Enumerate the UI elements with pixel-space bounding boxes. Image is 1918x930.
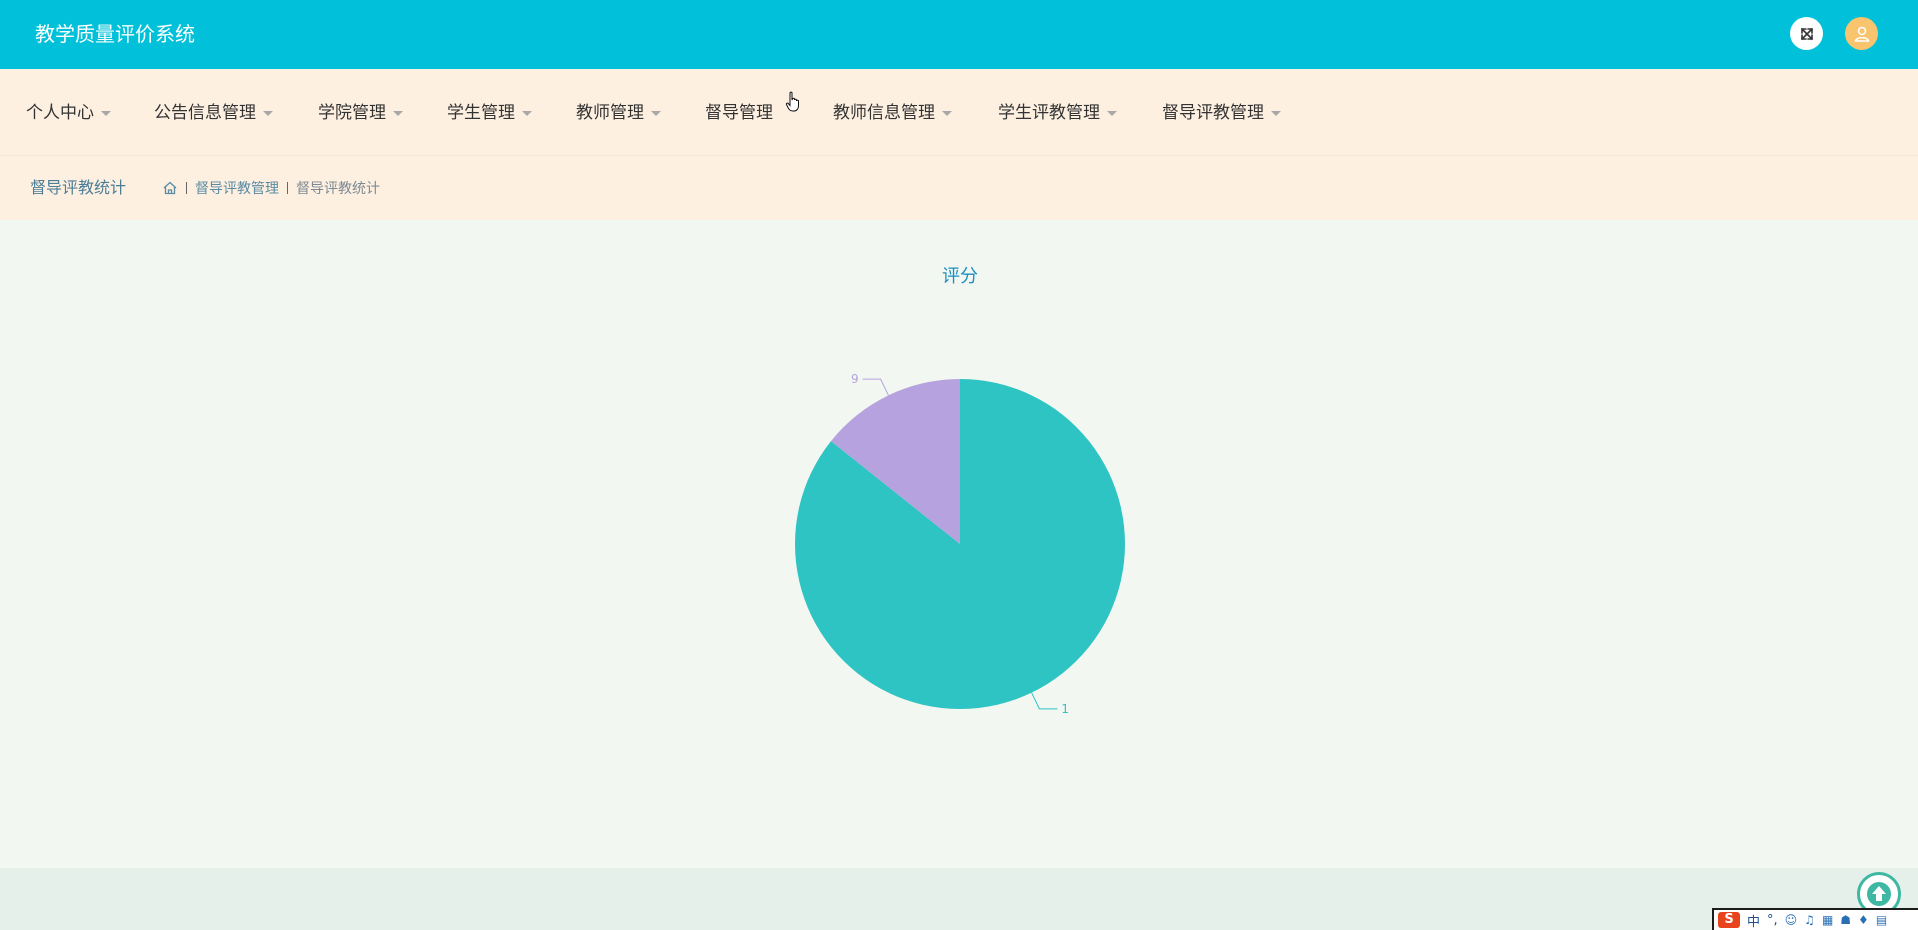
nav-item-students[interactable]: 学生管理 <box>447 101 532 125</box>
arrow-up-icon <box>1867 882 1891 906</box>
home-icon[interactable] <box>162 180 178 196</box>
nav-item-label: 学生管理 <box>447 103 515 123</box>
ime-punctuation[interactable]: °, <box>1767 913 1778 928</box>
caret-down-icon <box>393 110 403 116</box>
nav-item-supervisors[interactable]: 督导管理 <box>705 101 773 125</box>
page-title: 督导评教统计 <box>30 178 127 197</box>
nav-item-label: 学院管理 <box>318 103 386 123</box>
ime-toolbar: S 中 °, ☺ ♫ ▦ ☗ ♦ ▤ <box>1712 908 1918 930</box>
nav-item-label: 教师信息管理 <box>833 103 935 123</box>
nav-item-label: 督导评教管理 <box>1162 103 1264 123</box>
ime-mode[interactable]: 中 <box>1747 911 1760 930</box>
pie-leader-line <box>862 378 889 396</box>
nav-item-teachers[interactable]: 教师管理 <box>576 101 661 125</box>
keyboard-icon[interactable]: ▦ <box>1822 913 1833 927</box>
fullscreen-icon <box>1800 27 1813 40</box>
pie-leader-line <box>1031 692 1058 710</box>
pie-slices <box>794 379 1125 709</box>
caret-down-icon <box>651 110 661 116</box>
grid-icon[interactable]: ▤ <box>1876 913 1887 927</box>
breadcrumb-item-current: 督导评教统计 <box>296 181 380 197</box>
hand-cursor-icon <box>785 91 799 112</box>
breadcrumb-item-supervisor-evaluation[interactable]: 督导评教管理 <box>195 178 279 198</box>
caret-down-icon <box>1271 110 1281 116</box>
caret-down-icon <box>101 110 111 116</box>
user-avatar-button[interactable] <box>1845 17 1878 50</box>
main-nav: 个人中心 公告信息管理 学院管理 学生管理 教师管理 督导管理 教师信息管理 学… <box>0 69 1918 156</box>
nav-item-label: 公告信息管理 <box>154 103 256 123</box>
pie-chart: 评分 1 9 <box>794 266 1125 716</box>
top-header: 教学质量评价系统 <box>0 0 1918 69</box>
breadcrumb-separator <box>186 182 187 194</box>
fullscreen-button[interactable] <box>1790 17 1823 50</box>
user-icon <box>1854 26 1869 42</box>
skin-icon[interactable]: ♦ <box>1858 913 1869 927</box>
ime-logo[interactable]: S <box>1718 912 1740 928</box>
nav-item-teacher-info[interactable]: 教师信息管理 <box>833 101 952 125</box>
nav-item-label: 教师管理 <box>576 103 644 123</box>
nav-item-announcements[interactable]: 公告信息管理 <box>154 101 273 125</box>
pie-label: 1 <box>1061 702 1069 716</box>
chart-title: 评分 <box>942 266 978 287</box>
caret-down-icon <box>522 110 532 116</box>
microphone-icon[interactable]: ♫ <box>1804 913 1815 927</box>
breadcrumb-bar: 督导评教统计 督导评教管理 督导评教统计 <box>0 156 1918 220</box>
caret-down-icon <box>942 110 952 116</box>
nav-item-student-evaluation[interactable]: 学生评教管理 <box>998 101 1117 125</box>
pie-label: 9 <box>851 372 859 386</box>
breadcrumb-separator <box>287 182 288 194</box>
nav-item-supervisor-evaluation[interactable]: 督导评教管理 <box>1162 101 1281 125</box>
user-icon[interactable]: ☗ <box>1840 913 1851 927</box>
app-title: 教学质量评价系统 <box>35 22 195 46</box>
caret-down-icon <box>1107 110 1117 116</box>
nav-item-personal-center[interactable]: 个人中心 <box>26 101 111 125</box>
breadcrumb: 督导评教管理 督导评教统计 <box>162 177 380 199</box>
emoji-icon[interactable]: ☺ <box>1785 913 1798 927</box>
nav-item-label: 学生评教管理 <box>998 103 1100 123</box>
nav-item-label: 督导管理 <box>705 103 773 123</box>
chart-panel: 评分 1 9 <box>0 220 1918 868</box>
nav-item-label: 个人中心 <box>26 103 94 123</box>
nav-item-colleges[interactable]: 学院管理 <box>318 101 403 125</box>
caret-down-icon <box>263 110 273 116</box>
